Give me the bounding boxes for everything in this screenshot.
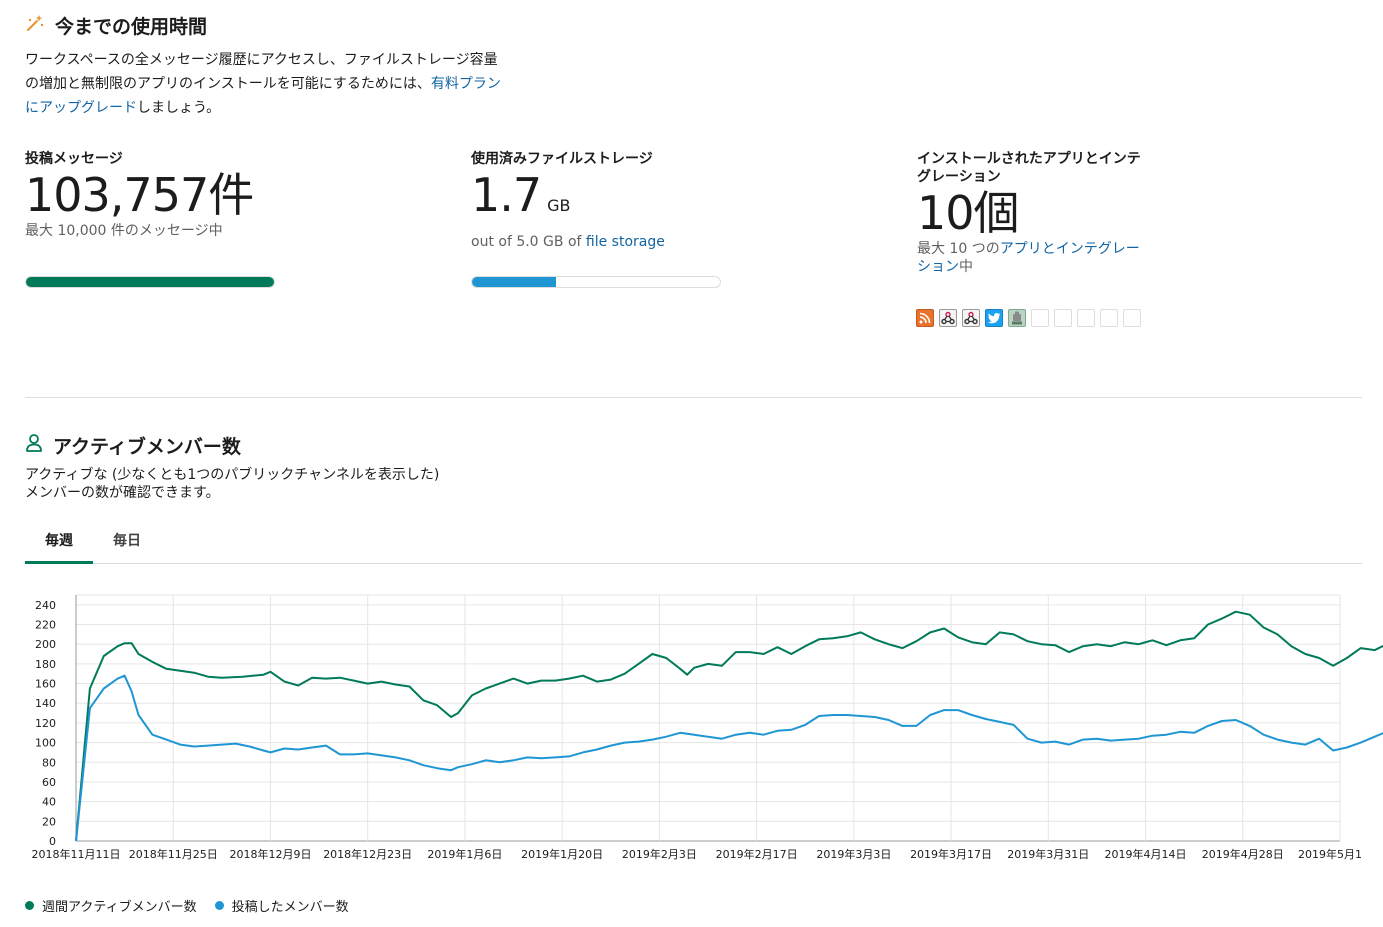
y-tick-label: 200 <box>35 638 56 651</box>
x-tick-label: 2019年2月3日 <box>622 847 697 861</box>
webhook-icon-2[interactable] <box>962 309 980 327</box>
empty-app-slot <box>1100 309 1118 327</box>
messages-stat: 投稿メッセージ 103,757件 最大 10,000 件のメッセージ中 <box>25 150 254 240</box>
messages-value: 103,757件 <box>25 168 254 222</box>
section-divider <box>25 397 1362 398</box>
x-tick-label: 2019年4月28日 <box>1202 847 1284 861</box>
storage-stat: 使用済みファイルストレージ 1.7 GB out of 5.0 GB of fil… <box>471 150 665 251</box>
period-tabs: 毎週 毎日 <box>25 528 1362 564</box>
messages-label: 投稿メッセージ <box>25 151 123 167</box>
paid-plan-link[interactable]: 有料プラン <box>431 76 501 92</box>
bot-icon[interactable] <box>1008 309 1026 327</box>
storage-progress-track <box>471 276 721 288</box>
file-storage-link[interactable]: file storage <box>586 234 665 250</box>
y-tick-label: 0 <box>49 835 56 848</box>
legend-dot-posting <box>214 901 224 910</box>
tab-weekly[interactable]: 毎週 <box>25 528 93 564</box>
x-tick-label: 2019年3月3日 <box>816 847 891 861</box>
usage-title: 今までの使用時間 <box>55 16 208 38</box>
messages-progress-track <box>25 276 275 288</box>
y-tick-label: 20 <box>42 815 56 828</box>
y-tick-label: 160 <box>35 678 56 691</box>
active-members-chart: 0 20 40 60 80 100 120 140 160 180 200 220 240 2018年1… <box>32 594 1383 861</box>
apps-integrations-link-2[interactable]: ション <box>917 259 959 275</box>
empty-app-slot <box>1031 309 1049 327</box>
apps-integrations-link[interactable]: アプリとインテグレー <box>1000 241 1140 257</box>
empty-app-slot <box>1123 309 1141 327</box>
usage-description: ワークスペースの全メッセージ履歴にアクセスし、ファイルストレージ容量 の増加と無… <box>25 52 501 116</box>
legend-item-posting-members[interactable]: 投稿したメンバー数 <box>214 896 349 915</box>
x-tick-label: 2019年1月6日 <box>427 847 502 861</box>
empty-app-slot <box>1054 309 1072 327</box>
x-tick-label: 2019年4月14日 <box>1105 847 1187 861</box>
y-tick-label: 100 <box>35 737 56 750</box>
legend-dot-weekly <box>25 901 34 910</box>
storage-unit: GB <box>547 196 571 215</box>
apps-value: 10個 <box>917 186 1020 240</box>
apps-stat: インストールされたアプリとインテ グレーション 10個 最大 10 つのアプリとイ… <box>917 150 1141 276</box>
y-tick-label: 140 <box>35 697 56 710</box>
empty-app-slot <box>1077 309 1095 327</box>
active-title: アクティブメンバー数 <box>53 436 241 458</box>
legend-item-weekly-active[interactable]: 週間アクティブメンバー数 <box>25 896 197 915</box>
magic-wand-icon <box>25 13 45 38</box>
user-icon <box>25 433 43 458</box>
rss-icon[interactable] <box>916 309 934 327</box>
x-tick-label: 2018年12月9日 <box>229 847 311 861</box>
tab-daily[interactable]: 毎日 <box>93 528 161 564</box>
storage-label: 使用済みファイルストレージ <box>471 151 653 167</box>
x-tick-label: 2018年12月23日 <box>323 847 412 861</box>
usage-section-title: 今までの使用時間 <box>25 12 207 39</box>
x-tick-label: 2018年11月11日 <box>32 847 121 861</box>
x-tick-label: 2019年3月17日 <box>910 847 992 861</box>
messages-sub: 最大 10,000 件のメッセージ中 <box>25 223 223 239</box>
x-tick-label: 2018年11月25日 <box>129 847 218 861</box>
chart-grid <box>75 594 1341 842</box>
upgrade-link[interactable]: にアップグレード <box>25 100 137 116</box>
x-axis-ticks: 2018年11月11日 2018年11月25日 2018年12月9日 2018年12月… <box>32 847 1363 861</box>
messages-progress-fill <box>26 277 274 287</box>
series-line-posting-members <box>75 674 1383 842</box>
y-tick-label: 80 <box>42 756 56 769</box>
chart-legend: 週間アクティブメンバー数 投稿したメンバー数 <box>25 896 349 915</box>
y-axis-ticks: 0 20 40 60 80 100 120 140 160 180 200 220 240 <box>35 599 56 848</box>
y-tick-label: 220 <box>35 619 56 632</box>
series-line-weekly-active <box>75 610 1383 842</box>
y-tick-label: 240 <box>35 599 56 612</box>
active-section-title: アクティブメンバー数 <box>25 432 241 459</box>
webhook-icon[interactable] <box>939 309 957 327</box>
chart-lines <box>75 610 1383 842</box>
installed-apps-list <box>916 309 1141 327</box>
storage-sub: out of 5.0 GB of file storage <box>471 234 665 250</box>
x-tick-label: 2019年1月20日 <box>521 847 603 861</box>
x-tick-label: 2019年2月17日 <box>716 847 798 861</box>
y-tick-label: 180 <box>35 658 56 671</box>
apps-sub: 最大 10 つのアプリとインテグレー ション中 <box>917 241 1140 275</box>
y-tick-label: 120 <box>35 717 56 730</box>
y-tick-label: 40 <box>42 796 56 809</box>
y-tick-label: 60 <box>42 776 56 789</box>
storage-progress-fill <box>472 277 557 287</box>
tabs-baseline <box>25 563 1362 564</box>
active-description: アクティブな (少なくとも1つのパブリックチャンネルを表示した) メンバーの数が… <box>25 467 440 501</box>
x-tick-label: 2019年3月31日 <box>1007 847 1089 861</box>
x-tick-label: 2019年5月1 <box>1298 847 1362 861</box>
apps-label: インストールされたアプリとインテ グレーション <box>917 151 1141 185</box>
storage-value: 1.7 GB <box>471 168 571 222</box>
twitter-icon[interactable] <box>985 309 1003 327</box>
